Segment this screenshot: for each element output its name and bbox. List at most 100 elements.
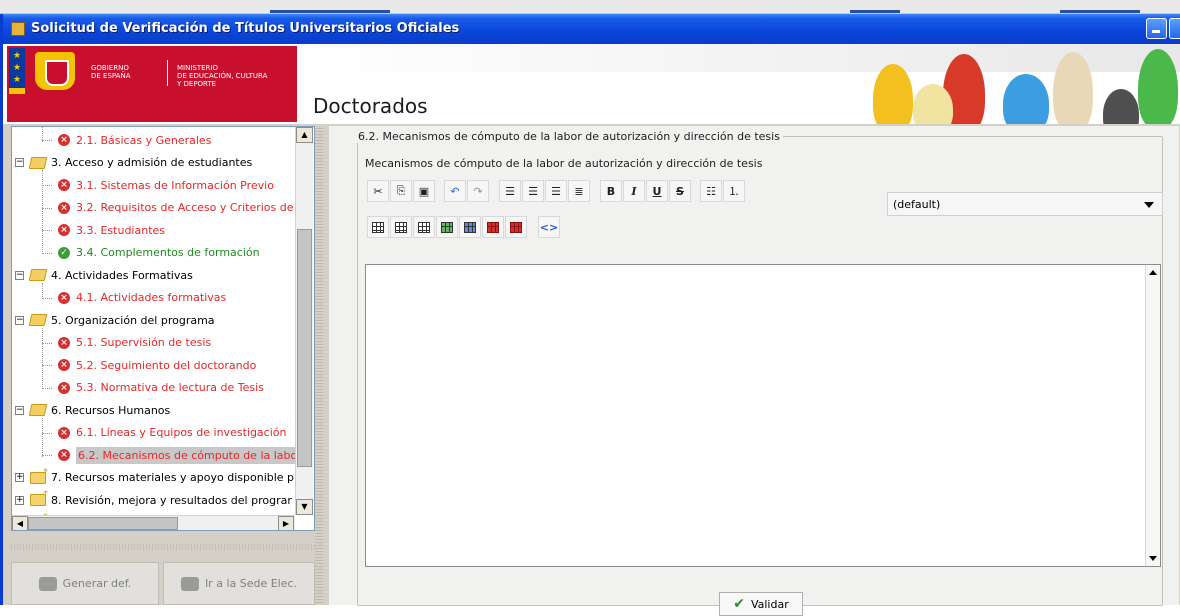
error-circle-icon: × <box>58 224 70 236</box>
validate-button[interactable]: ✔ Validar <box>719 592 803 616</box>
strikethrough-button[interactable]: S <box>669 180 691 202</box>
redo-button[interactable]: ↷ <box>467 180 489 202</box>
monitor-icon <box>180 576 199 591</box>
collapse-icon[interactable]: − <box>15 405 24 415</box>
tree-vertical-scrollbar[interactable]: ▲ ▼ <box>295 127 313 515</box>
tree-connector <box>42 297 52 299</box>
tree-item[interactable]: × 5.1. Supervisión de tesis <box>58 332 211 354</box>
tree-item[interactable]: × 6.2. Mecanismos de cómputo de la labor <box>58 444 304 466</box>
tree-item[interactable]: × 3.3. Estudiantes <box>58 219 165 241</box>
table-properties-button[interactable] <box>390 216 412 238</box>
numbered-list-button[interactable]: ⒈ <box>723 180 745 202</box>
tree-connector <box>42 417 43 457</box>
tree-item[interactable]: × 3.2. Requisitos de Acceso y Criterios d… <box>58 197 294 219</box>
rich-text-editor[interactable] <box>365 264 1161 567</box>
tree-connector <box>42 230 52 231</box>
undo-button[interactable]: ↶ <box>444 180 466 202</box>
font-select[interactable]: (default) <box>887 192 1163 216</box>
insert-table-button[interactable] <box>367 216 389 238</box>
folder-new-icon <box>30 467 48 484</box>
collapse-icon[interactable]: − <box>15 315 24 325</box>
align-center-button[interactable]: ☰ <box>522 180 544 202</box>
tree-item[interactable]: − 5. Organización del programa <box>15 309 215 331</box>
cell-icon <box>418 221 430 233</box>
tree-item-label: 4. Actividades Formativas <box>51 268 193 282</box>
header-banner: ★ ★ ★ GOBIERNO DE ESPAÑA MINISTERIO DE EDU… <box>3 44 1180 124</box>
redo-icon: ↷ <box>473 184 483 198</box>
justify-button[interactable]: ≣ <box>568 180 590 202</box>
numbered-list-icon: ⒈ <box>728 185 740 198</box>
tree-connector <box>42 127 43 142</box>
tree-item[interactable]: ✓ 3.4. Complementos de formación <box>58 242 260 264</box>
strikethrough-icon: S <box>676 184 684 198</box>
tree-connector <box>42 387 52 389</box>
tree-item[interactable]: × 5.3. Normativa de lectura de Tesis <box>58 377 264 399</box>
maximize-button[interactable] <box>1169 18 1180 39</box>
scroll-thumb[interactable] <box>297 229 312 467</box>
bold-button[interactable]: B <box>600 180 622 202</box>
bold-icon: B <box>606 184 616 198</box>
underline-button[interactable]: U <box>646 180 668 202</box>
align-left-button[interactable]: ☰ <box>499 180 521 202</box>
tree-item[interactable]: − 6. Recursos Humanos <box>15 399 170 421</box>
delete-row-button[interactable] <box>482 216 504 238</box>
table-properties-icon <box>395 221 407 233</box>
tree-connector <box>42 140 52 141</box>
align-center-icon: ☰ <box>528 184 538 198</box>
background-tab <box>1060 10 1140 13</box>
app-window: Solicitud de Verificación de Títulos Uni… <box>0 14 1180 616</box>
tree-item[interactable]: +7. Recursos materiales y apoyo disponib… <box>15 467 294 489</box>
tree-connector <box>42 327 43 389</box>
tree-item-label: 4.1. Actividades formativas <box>76 291 227 304</box>
delete-row-icon <box>487 221 499 233</box>
scroll-down-arrow-icon[interactable] <box>1149 556 1157 561</box>
cell-properties-button[interactable] <box>413 216 435 238</box>
sede-electronica-label: Ir a la Sede Elec. <box>204 577 298 590</box>
delete-column-button[interactable] <box>505 216 527 238</box>
tree-item[interactable]: × 3.1. Sistemas de Información Previo <box>58 174 274 196</box>
editor-vertical-scrollbar[interactable] <box>1145 265 1160 566</box>
tree-item[interactable]: × 6.1. Líneas y Equipos de investigación <box>58 422 286 444</box>
sede-electronica-button[interactable]: Ir a la Sede Elec. <box>163 562 315 605</box>
scroll-right-arrow-icon[interactable]: ▶ <box>278 516 294 530</box>
sections-tree[interactable]: × 2.1. Básicas y Generales − 3. Acceso y ad… <box>11 126 315 531</box>
scroll-thumb[interactable] <box>28 517 178 530</box>
scroll-up-arrow-icon[interactable]: ▲ <box>296 127 313 143</box>
insert-row-icon <box>441 221 453 233</box>
expand-icon[interactable]: + <box>15 495 24 505</box>
italic-button[interactable]: I <box>623 180 645 202</box>
tree-item[interactable]: × 5.2. Seguimiento del doctorando <box>58 354 256 376</box>
tree-connector <box>42 185 52 186</box>
align-right-button[interactable]: ☰ <box>545 180 567 202</box>
collapse-icon[interactable]: − <box>15 158 24 167</box>
scroll-left-arrow-icon[interactable]: ◀ <box>12 516 28 530</box>
insert-row-button[interactable] <box>436 216 458 238</box>
tree-item[interactable]: × 4.1. Actividades formativas <box>58 287 226 309</box>
cut-button[interactable]: ✂ <box>367 180 389 202</box>
tree-item[interactable]: +8. Revisión, mejora y resultados del pr… <box>15 489 292 511</box>
tree-item-label: 7. Recursos materiales y apoyo disponibl… <box>51 471 295 484</box>
tree-item-label: 5.3. Normativa de lectura de Tesis <box>76 381 264 394</box>
tree-horizontal-scrollbar[interactable]: ◀ ▶ <box>12 515 295 530</box>
scroll-down-arrow-icon[interactable]: ▼ <box>296 499 313 515</box>
panel-splitter[interactable] <box>315 126 323 605</box>
source-code-button[interactable]: <> <box>538 216 560 238</box>
panel-divider <box>11 544 315 550</box>
generate-definitive-button[interactable]: Generar def. <box>11 562 159 605</box>
scroll-up-arrow-icon[interactable] <box>1149 270 1157 275</box>
tree-item[interactable]: × 2.1. Básicas y Generales <box>58 129 211 151</box>
minimize-button[interactable] <box>1146 18 1167 39</box>
expand-icon[interactable]: + <box>15 473 24 482</box>
copy-button[interactable]: ⎘ <box>390 180 412 202</box>
paste-button[interactable]: ▣ <box>413 180 435 202</box>
editor-content[interactable] <box>370 269 1142 562</box>
bullet-list-button[interactable]: ☷ <box>700 180 722 202</box>
tree-connector <box>42 170 43 254</box>
tree-item[interactable]: − 3. Acceso y admisión de estudiantes <box>15 152 252 174</box>
error-circle-icon: × <box>58 336 70 349</box>
folder-open-icon <box>28 156 48 169</box>
insert-column-button[interactable] <box>459 216 481 238</box>
error-circle-icon: × <box>58 179 70 191</box>
collapse-icon[interactable]: − <box>15 270 24 280</box>
scissors-icon: ✂ <box>373 184 383 198</box>
